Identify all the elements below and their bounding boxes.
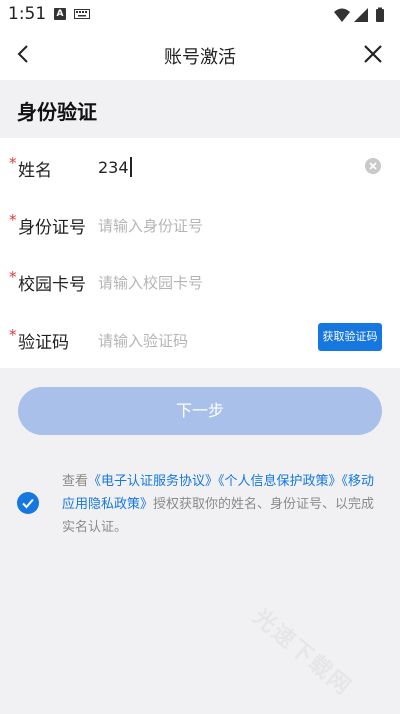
signal-icon bbox=[354, 8, 368, 22]
name-input[interactable]: 234 bbox=[98, 157, 132, 177]
agreement-checkbox-checked-icon[interactable] bbox=[17, 492, 39, 514]
name-label: 姓名 bbox=[18, 161, 52, 181]
status-right-icons bbox=[334, 7, 384, 22]
verify-code-label: 验证码 bbox=[18, 333, 69, 353]
agreement-prefix: 查看 bbox=[62, 474, 89, 489]
section-header: 身份验证 bbox=[0, 80, 400, 138]
required-mark: * bbox=[9, 326, 17, 344]
verify-code-input[interactable]: 请输入验证码 bbox=[98, 330, 188, 351]
status-bar: 1:51 A bbox=[0, 0, 400, 30]
get-code-button[interactable]: 获取验证码 bbox=[318, 323, 382, 351]
notification-a-icon: A bbox=[54, 8, 66, 20]
status-time: 1:51 bbox=[8, 4, 47, 24]
required-mark: * bbox=[9, 154, 17, 172]
verify-code-row: * 验证码 请输入验证码 获取验证码 bbox=[0, 310, 400, 367]
name-value: 234 bbox=[98, 158, 129, 177]
watermark: 光速下载网 bbox=[248, 604, 357, 701]
campus-card-input[interactable]: 请输入校园卡号 bbox=[98, 272, 203, 293]
keyboard-icon bbox=[74, 9, 90, 19]
wifi-icon bbox=[334, 8, 350, 22]
required-mark: * bbox=[9, 268, 17, 286]
e-cert-agreement-link[interactable]: 《电子认证服务协议》 bbox=[88, 474, 218, 489]
nav-bar: 账号激活 bbox=[0, 30, 400, 80]
close-icon[interactable] bbox=[362, 43, 384, 65]
id-number-input[interactable]: 请输入身份证号 bbox=[98, 215, 203, 236]
privacy-protection-link[interactable]: 《个人信息保护政策》 bbox=[218, 474, 342, 489]
campus-card-row: * 校园卡号 请输入校园卡号 bbox=[0, 252, 400, 309]
clear-input-icon[interactable] bbox=[365, 158, 381, 174]
next-step-button[interactable]: 下一步 bbox=[18, 387, 382, 435]
id-number-row: * 身份证号 请输入身份证号 bbox=[0, 195, 400, 252]
agreement-text: 查看《电子认证服务协议》《个人信息保护政策》《移动应用隐私政策》授权获取你的姓名… bbox=[62, 470, 387, 539]
page-title: 账号激活 bbox=[164, 47, 236, 68]
text-caret bbox=[129, 157, 132, 177]
required-mark: * bbox=[9, 211, 17, 229]
id-number-label: 身份证号 bbox=[18, 218, 86, 238]
section-title: 身份验证 bbox=[17, 100, 97, 124]
name-row: * 姓名 234 bbox=[0, 138, 400, 195]
battery-icon bbox=[376, 9, 384, 22]
identity-form: * 姓名 234 * 身份证号 请输入身份证号 * 校园卡号 请输入校园卡号 *… bbox=[0, 138, 400, 368]
campus-card-label: 校园卡号 bbox=[18, 275, 86, 295]
